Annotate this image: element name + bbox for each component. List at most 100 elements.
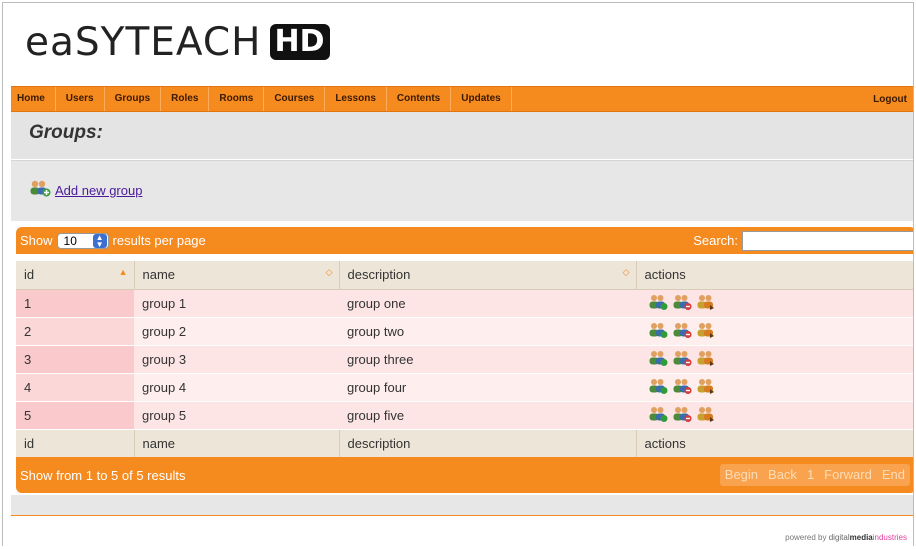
table-header-row: id ▲ name ◇ description ◇ actions: [16, 261, 913, 290]
cell-description: group three: [339, 345, 636, 374]
cell-actions: [636, 345, 913, 374]
nav-item-rooms[interactable]: Rooms: [209, 87, 265, 111]
pager-back[interactable]: Back: [763, 464, 802, 486]
table-toolbar: Show 10 ▲ ▼ results per page Search:: [16, 227, 913, 254]
nav-item-updates[interactable]: Updates: [451, 87, 512, 111]
pager-begin[interactable]: Begin: [720, 464, 763, 486]
powered-by: powered by digitalmediaindustries: [785, 533, 907, 542]
cell-actions: [636, 289, 913, 318]
table-row: 2 group 2 group two: [16, 317, 913, 346]
row-actions: [648, 293, 716, 314]
row-actions: [648, 405, 716, 426]
delete-group-icon[interactable]: [672, 293, 692, 314]
search-label: Search:: [693, 233, 738, 248]
sort-both-icon: ◇: [622, 267, 630, 278]
table-footer-row: id name description actions: [16, 429, 913, 458]
edit-group-icon[interactable]: [648, 405, 668, 426]
row-actions: [648, 377, 716, 398]
logo-hd-badge: HD: [269, 24, 330, 60]
brand-part-2: media: [849, 533, 873, 542]
groups-table: id ▲ name ◇ description ◇ actions 1 group 1g…: [16, 261, 913, 458]
cell-id: 2: [16, 317, 134, 346]
per-page-select[interactable]: 10 ▲ ▼: [56, 232, 109, 249]
footer-col-description: description: [339, 429, 637, 458]
toolbar: Add new group: [11, 160, 913, 221]
delete-group-icon[interactable]: [672, 321, 692, 342]
cell-id: 5: [16, 401, 134, 430]
column-header-id[interactable]: id ▲: [16, 261, 135, 290]
pager-forward[interactable]: Forward: [819, 464, 877, 486]
table-row: 3 group 3 group three: [16, 345, 913, 374]
nav-item-contents[interactable]: Contents: [387, 87, 452, 111]
cell-description: group four: [339, 373, 636, 402]
page-header: Groups:: [11, 112, 913, 159]
cell-actions: [636, 373, 913, 402]
edit-group-icon[interactable]: [648, 321, 668, 342]
cell-name: group 3: [134, 345, 339, 374]
app-window: eaSYTEACH HD Home Users Groups Roles Roo…: [2, 2, 914, 546]
footer-col-name: name: [134, 429, 340, 458]
nav-item-users[interactable]: Users: [56, 87, 105, 111]
cell-actions: [636, 401, 913, 430]
add-group-label: Add new group: [55, 183, 143, 198]
add-group-link[interactable]: Add new group: [29, 179, 142, 202]
nav-item-courses[interactable]: Courses: [264, 87, 326, 111]
cell-name: group 1: [134, 289, 339, 318]
pagination: Begin Back 1 Forward End: [719, 464, 910, 486]
cell-name: group 5: [134, 401, 339, 430]
nav-item-roles[interactable]: Roles: [161, 87, 210, 111]
delete-group-icon[interactable]: [672, 349, 692, 370]
nav-item-lessons[interactable]: Lessons: [325, 87, 387, 111]
result-info: Show from 1 to 5 of 5 results: [20, 467, 186, 483]
stepper-arrows-icon: ▲ ▼: [92, 233, 107, 248]
manage-users-icon[interactable]: [696, 321, 716, 342]
manage-users-icon[interactable]: [696, 377, 716, 398]
row-actions: [648, 349, 716, 370]
cell-actions: [636, 317, 913, 346]
pager-page-1[interactable]: 1: [802, 464, 819, 486]
cell-name: group 2: [134, 317, 339, 346]
results-per-page-label: results per page: [112, 233, 206, 248]
show-label: Show: [20, 233, 53, 248]
delete-group-icon[interactable]: [672, 405, 692, 426]
manage-users-icon[interactable]: [696, 293, 716, 314]
page-title: Groups:: [29, 122, 103, 143]
pager-end[interactable]: End: [877, 464, 910, 486]
add-group-icon: [29, 179, 51, 202]
manage-users-icon[interactable]: [696, 405, 716, 426]
edit-group-icon[interactable]: [648, 377, 668, 398]
edit-group-icon[interactable]: [648, 349, 668, 370]
nav-item-home[interactable]: Home: [11, 87, 56, 111]
powered-by-label: powered by: [785, 533, 827, 542]
table-row: 5 group 5 group five: [16, 401, 913, 430]
logo-wordmark: eaSYTEACH: [25, 19, 262, 65]
table-row: 4 group 4 group four: [16, 373, 913, 402]
sort-both-icon: ◇: [325, 267, 333, 278]
manage-users-icon[interactable]: [696, 349, 716, 370]
brand-part-3: industries: [872, 533, 907, 542]
table-row: 1 group 1 group one: [16, 289, 913, 318]
cell-name: group 4: [134, 373, 339, 402]
nav-item-groups[interactable]: Groups: [105, 87, 162, 111]
table-footer-bar: Show from 1 to 5 of 5 results Begin Back…: [16, 457, 913, 493]
delete-group-icon[interactable]: [672, 377, 692, 398]
column-header-actions: actions: [636, 261, 913, 290]
main-nav: Home Users Groups Roles Rooms Courses Le…: [11, 86, 913, 112]
footer-bar: [11, 495, 913, 516]
cell-id: 4: [16, 373, 134, 402]
column-header-name[interactable]: name ◇: [134, 261, 340, 290]
cell-description: group two: [339, 317, 636, 346]
sort-asc-icon: ▲: [118, 267, 128, 278]
cell-id: 3: [16, 345, 134, 374]
row-actions: [648, 321, 716, 342]
cell-description: group one: [339, 289, 636, 318]
logout-link[interactable]: Logout: [873, 94, 913, 105]
footer-col-actions: actions: [636, 429, 913, 458]
per-page-value: 10: [63, 233, 77, 248]
column-header-description[interactable]: description ◇: [339, 261, 637, 290]
table-body: 1 group 1 group one 2 group 2 group two 3 group…: [16, 289, 913, 430]
edit-group-icon[interactable]: [648, 293, 668, 314]
brand-part-1: digital: [828, 533, 850, 542]
cell-description: group five: [339, 401, 636, 430]
search-input[interactable]: [742, 230, 913, 251]
